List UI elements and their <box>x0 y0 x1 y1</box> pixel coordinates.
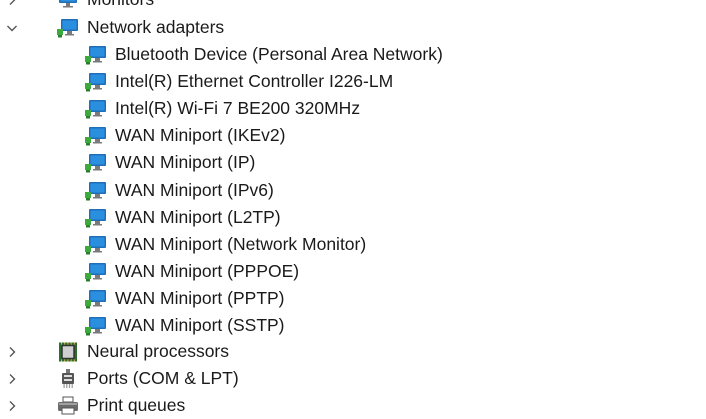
network-adapter-icon <box>85 208 107 228</box>
device-item[interactable]: Bluetooth Device (Personal Area Network) <box>85 41 443 68</box>
category-ports[interactable]: Ports (COM & LPT) <box>9 365 239 392</box>
device-item[interactable]: Intel(R) Wi-Fi 7 BE200 320MHz <box>85 95 360 122</box>
chevron-right-icon[interactable] <box>5 0 19 7</box>
port-icon <box>57 368 79 389</box>
tree-item-label: WAN Miniport (SSTP) <box>115 315 285 335</box>
chevron-right-icon[interactable] <box>5 399 19 413</box>
network-adapter-icon <box>85 153 107 173</box>
network-adapter-icon <box>85 99 107 119</box>
device-item[interactable]: Intel(R) Ethernet Controller I226-LM <box>85 68 393 95</box>
monitor-icon <box>57 0 79 10</box>
device-item[interactable]: WAN Miniport (L2TP) <box>85 204 281 231</box>
category-network-adapters[interactable]: Network adapters <box>7 14 225 41</box>
device-item[interactable]: WAN Miniport (IKEv2) <box>85 122 286 149</box>
network-adapter-icon <box>85 45 107 65</box>
network-adapter-icon <box>85 235 107 255</box>
tree-item-label: WAN Miniport (IP) <box>115 152 256 172</box>
device-item[interactable]: WAN Miniport (Network Monitor) <box>85 231 366 258</box>
tree-item-label: Network adapters <box>87 17 225 37</box>
device-item[interactable]: WAN Miniport (SSTP) <box>85 312 285 339</box>
device-item[interactable]: WAN Miniport (IP) <box>85 149 255 176</box>
tree-item-label: WAN Miniport (Network Monitor) <box>115 234 367 254</box>
tree-item-label: Intel(R) Wi-Fi 7 BE200 320MHz <box>115 98 361 118</box>
tree-item-label: Intel(R) Ethernet Controller I226-LM <box>115 71 394 91</box>
network-adapter-icon <box>85 72 107 92</box>
network-adapter-icon <box>85 181 107 201</box>
network-adapter-icon <box>57 18 79 38</box>
chevron-down-icon[interactable] <box>5 21 19 35</box>
tree-item-label: WAN Miniport (PPPOE) <box>115 261 300 281</box>
printer-icon <box>57 396 79 416</box>
category-monitors[interactable]: Monitors <box>9 0 154 13</box>
network-adapter-icon <box>85 316 107 336</box>
device-item[interactable]: WAN Miniport (PPTP) <box>85 285 285 312</box>
category-print-queues[interactable]: Print queues <box>9 392 186 419</box>
chevron-right-icon[interactable] <box>5 345 19 359</box>
network-adapter-icon <box>85 126 107 146</box>
network-adapter-icon <box>85 289 107 309</box>
chip-icon <box>57 342 79 362</box>
network-adapter-icon <box>85 262 107 282</box>
tree-item-label: WAN Miniport (PPTP) <box>115 288 285 308</box>
tree-item-label: WAN Miniport (IKEv2) <box>115 125 286 145</box>
tree-item-label: Ports (COM & LPT) <box>87 368 239 388</box>
tree-item-label: Print queues <box>87 395 186 415</box>
device-tree: Monitors Network adapters Bluetooth Device… <box>0 0 706 418</box>
chevron-right-icon[interactable] <box>5 372 19 386</box>
tree-item-label: WAN Miniport (L2TP) <box>115 207 281 227</box>
tree-item-label: Neural processors <box>87 341 229 361</box>
category-neural-processors[interactable]: Neural processors <box>9 338 229 365</box>
device-item[interactable]: WAN Miniport (PPPOE) <box>85 258 299 285</box>
tree-item-label: Monitors <box>87 0 154 13</box>
tree-item-label: Bluetooth Device (Personal Area Network) <box>115 44 443 64</box>
tree-item-label: WAN Miniport (IPv6) <box>115 180 274 200</box>
device-item[interactable]: WAN Miniport (IPv6) <box>85 177 274 204</box>
